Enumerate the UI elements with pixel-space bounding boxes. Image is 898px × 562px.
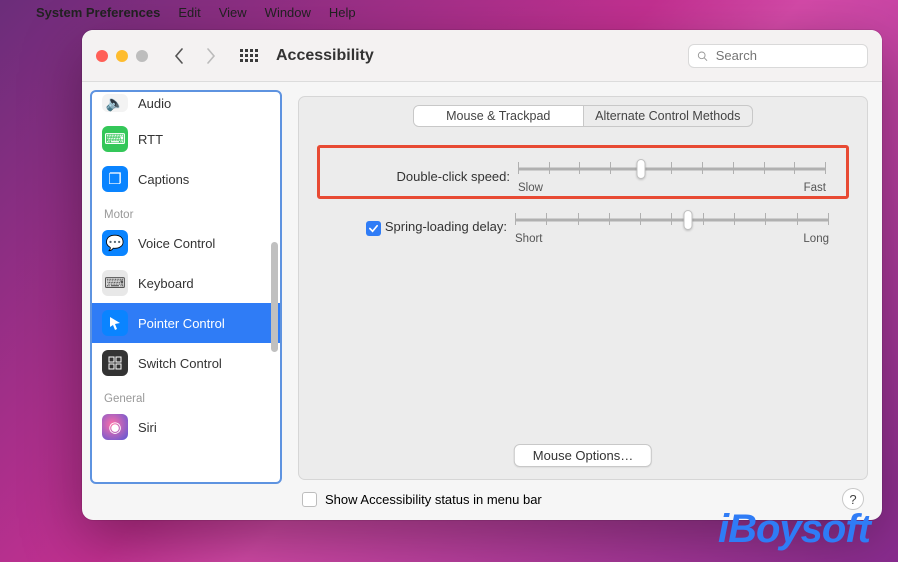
watermark: iBoysoft (718, 507, 870, 552)
close-button[interactable] (96, 50, 108, 62)
window-title: Accessibility (276, 47, 374, 65)
slider-low-label: Slow (518, 182, 543, 194)
preferences-window: Accessibility 🔈 Audio ⌨ RTT ❐ (82, 30, 882, 520)
sidebar-category-general: General (92, 383, 280, 407)
slider-knob[interactable] (683, 210, 692, 230)
forward-button[interactable] (200, 45, 222, 67)
sidebar-item-label: RTT (138, 132, 163, 147)
slider-low-label: Short (515, 233, 543, 245)
audio-icon: 🔈 (102, 94, 128, 112)
footer: Show Accessibility status in menu bar ? (298, 480, 868, 510)
sidebar-item-captions[interactable]: ❐ Captions (92, 159, 280, 199)
window-toolbar: Accessibility (82, 30, 882, 82)
slider-high-label: Fast (804, 182, 826, 194)
sidebar-scrollbar[interactable] (271, 242, 278, 352)
menu-view[interactable]: View (219, 5, 247, 20)
slider-high-label: Long (803, 233, 829, 245)
spring-loading-label: Spring-loading delay: (337, 219, 507, 236)
sidebar-item-label: Switch Control (138, 356, 222, 371)
search-field[interactable] (688, 44, 868, 68)
app-menu[interactable]: System Preferences (36, 5, 160, 20)
menu-help[interactable]: Help (329, 5, 356, 20)
tab-mouse-trackpad[interactable]: Mouse & Trackpad (414, 106, 584, 126)
double-click-label: Double-click speed: (340, 169, 510, 184)
minimize-button[interactable] (116, 50, 128, 62)
search-input[interactable] (714, 47, 859, 64)
tab-alternate-control[interactable]: Alternate Control Methods (584, 106, 753, 126)
switch-control-icon (102, 350, 128, 376)
sidebar-item-label: Keyboard (138, 276, 194, 291)
mouse-options-button[interactable]: Mouse Options… (514, 444, 652, 467)
double-click-slider[interactable] (518, 158, 826, 180)
back-button[interactable] (168, 45, 190, 67)
zoom-button[interactable] (136, 50, 148, 62)
sidebar-item-pointer-control[interactable]: Pointer Control (92, 303, 280, 343)
sidebar-item-keyboard[interactable]: ⌨ Keyboard (92, 263, 280, 303)
show-status-checkbox[interactable] (302, 492, 317, 507)
voice-control-icon: 💬 (102, 230, 128, 256)
spring-loading-slider[interactable] (515, 209, 829, 231)
sidebar-item-label: Audio (138, 96, 171, 111)
show-status-label: Show Accessibility status in menu bar (325, 492, 542, 507)
sidebar-item-rtt[interactable]: ⌨ RTT (92, 119, 280, 159)
show-all-icon[interactable] (240, 49, 258, 62)
tab-bar: Mouse & Trackpad Alternate Control Metho… (413, 105, 753, 127)
sidebar-item-label: Siri (138, 420, 157, 435)
sidebar-category-motor: Motor (92, 199, 280, 223)
traffic-lights (96, 50, 148, 62)
pointer-control-icon (102, 310, 128, 336)
sidebar-item-switch-control[interactable]: Switch Control (92, 343, 280, 383)
settings-panel: Mouse & Trackpad Alternate Control Metho… (298, 96, 868, 480)
menu-edit[interactable]: Edit (178, 5, 200, 20)
siri-icon: ◉ (102, 414, 128, 440)
slider-knob[interactable] (637, 159, 646, 179)
highlight-double-click: Double-click speed: Slow Fast (317, 145, 849, 199)
sidebar-item-voice-control[interactable]: 💬 Voice Control (92, 223, 280, 263)
spring-loading-checkbox[interactable] (366, 221, 381, 236)
sidebar-item-label: Captions (138, 172, 189, 187)
menu-window[interactable]: Window (265, 5, 311, 20)
menubar: System Preferences Edit View Window Help (0, 0, 898, 24)
sidebar[interactable]: 🔈 Audio ⌨ RTT ❐ Captions Motor 💬 Voice C… (90, 90, 282, 484)
rtt-icon: ⌨ (102, 126, 128, 152)
sidebar-item-label: Voice Control (138, 236, 215, 251)
sidebar-item-audio[interactable]: 🔈 Audio (92, 92, 280, 119)
search-icon (697, 50, 708, 62)
sidebar-item-siri[interactable]: ◉ Siri (92, 407, 280, 447)
captions-icon: ❐ (102, 166, 128, 192)
sidebar-item-label: Pointer Control (138, 316, 225, 331)
keyboard-icon: ⌨ (102, 270, 128, 296)
